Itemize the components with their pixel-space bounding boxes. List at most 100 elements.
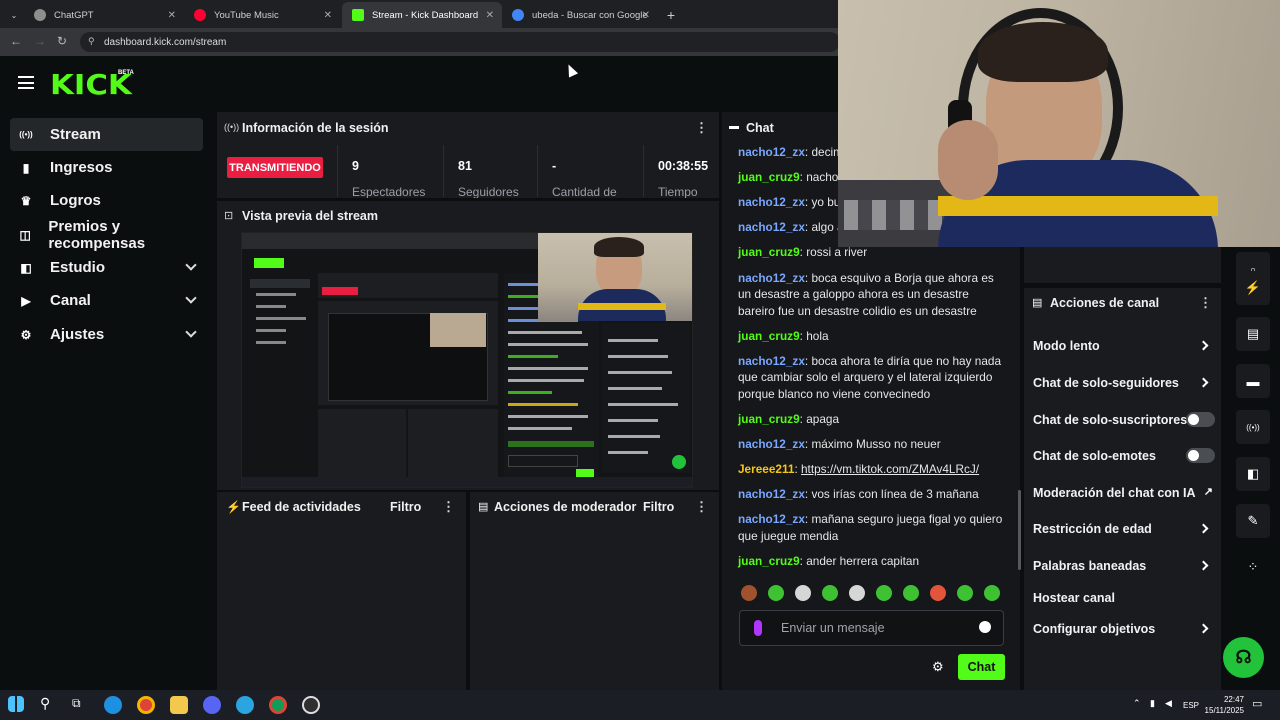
chevron-up-icon[interactable]: ⌃ xyxy=(1133,698,1141,709)
chat-username[interactable]: Jereee211 xyxy=(738,462,794,476)
grin-emote-icon[interactable] xyxy=(903,585,919,601)
tab-google-search[interactable]: ubeda - Buscar con Google ✕ xyxy=(502,2,658,28)
subscribers-only-toggle[interactable] xyxy=(1186,412,1215,427)
more-options-icon[interactable]: ⋮ xyxy=(442,499,455,515)
windows-start-icon[interactable] xyxy=(8,696,24,712)
rail-button-tools[interactable]: ✎ xyxy=(1236,504,1270,538)
chrome-icon[interactable] xyxy=(137,696,155,714)
chat-username[interactable]: nacho12_zx xyxy=(738,512,805,526)
tab-kick-dashboard[interactable]: Stream - Kick Dashboard ✕ xyxy=(342,2,502,28)
pepe-emote-icon[interactable] xyxy=(957,585,973,601)
rage-emote-icon[interactable] xyxy=(984,585,1000,601)
support-headset-button[interactable]: ☊ xyxy=(1223,637,1264,678)
tab-chatgpt[interactable]: ChatGPT ✕ xyxy=(24,2,184,28)
chat-scrollbar[interactable] xyxy=(1018,490,1021,570)
sidebar-item-ajustes[interactable]: ⚙ Ajustes xyxy=(10,318,203,351)
filter-button[interactable]: Filtro xyxy=(390,500,421,514)
chat-username[interactable]: nacho12_zx xyxy=(738,437,805,451)
more-options-icon[interactable]: ⋮ xyxy=(695,120,708,136)
action-followers-only[interactable]: Chat de solo-seguidores xyxy=(1033,376,1215,390)
edge-icon[interactable] xyxy=(104,696,122,714)
obs-icon[interactable] xyxy=(302,696,320,714)
forward-arrow-icon[interactable]: → xyxy=(34,34,46,48)
send-chat-button[interactable]: Chat xyxy=(958,654,1005,680)
chat-username[interactable]: nacho12_zx xyxy=(738,354,805,368)
filter-button[interactable]: Filtro xyxy=(643,500,674,514)
smile-emote-icon[interactable] xyxy=(876,585,892,601)
action-banned-words[interactable]: Palabras baneadas xyxy=(1033,559,1215,573)
telegram-icon[interactable] xyxy=(236,696,254,714)
new-tab-button[interactable]: + xyxy=(660,2,682,28)
close-icon[interactable]: ✕ xyxy=(642,10,650,21)
search-icon[interactable]: ⚲ xyxy=(40,695,50,712)
reload-icon[interactable]: ↻ xyxy=(57,34,67,48)
emoji-icon[interactable] xyxy=(979,621,991,633)
chat-username[interactable]: nacho12_zx xyxy=(738,220,805,234)
tab-youtube-music[interactable]: YouTube Music ✕ xyxy=(184,2,340,28)
rail-button-studio[interactable]: ◧ xyxy=(1236,457,1270,491)
sidebar-item-canal[interactable]: ▶ Canal xyxy=(10,284,203,317)
action-age-restriction[interactable]: Restricción de edad xyxy=(1033,522,1215,536)
action-configure-goals[interactable]: Configurar objetivos xyxy=(1033,622,1215,636)
close-icon[interactable]: ✕ xyxy=(324,10,332,21)
chat-username[interactable]: nacho12_zx xyxy=(738,195,805,209)
chat-username[interactable]: nacho12_zx xyxy=(738,487,805,501)
stream-preview-video[interactable] xyxy=(241,232,693,488)
back-arrow-icon[interactable]: ← xyxy=(10,34,22,48)
sidebar-item-stream[interactable]: ((•)) Stream xyxy=(10,118,203,151)
chat-username[interactable]: nacho12_zx xyxy=(738,145,805,159)
alien-emote-icon[interactable] xyxy=(849,585,865,601)
chat-username[interactable]: juan_cruz9 xyxy=(738,245,800,259)
more-options-icon[interactable]: ⋮ xyxy=(695,499,708,515)
microphone-icon[interactable]: ▮ xyxy=(1150,698,1155,709)
action-label: Modo lento xyxy=(1033,339,1100,353)
discord-icon[interactable] xyxy=(203,696,221,714)
more-options-icon[interactable]: ⋮ xyxy=(1199,295,1212,311)
file-explorer-icon[interactable] xyxy=(170,696,188,714)
sidebar-item-estudio[interactable]: ◧ Estudio xyxy=(10,251,203,284)
rail-button-lightning[interactable]: ⚡ xyxy=(1236,271,1270,305)
sidebar-item-logros[interactable]: ♛ Logros xyxy=(10,184,203,217)
rail-button-document[interactable]: ▤ xyxy=(1236,317,1270,351)
gear-icon[interactable]: ⚙ xyxy=(932,659,944,675)
action-subscribers-only[interactable]: Chat de solo-suscriptores xyxy=(1033,412,1215,427)
chat-link[interactable]: https://vm.tiktok.com/ZMAv4LRcJ/ xyxy=(801,462,979,476)
cheese-emote-icon[interactable] xyxy=(741,585,757,601)
rail-button-apps[interactable]: ⁘ xyxy=(1236,550,1270,584)
sidebar-item-premios[interactable]: ◫ Premios y recompensas xyxy=(10,218,203,252)
sidebar-item-ingresos[interactable]: ▮ Ingresos xyxy=(10,151,203,184)
chat-username[interactable]: juan_cruz9 xyxy=(738,554,800,568)
rail-button-broadcast[interactable]: ((•)) xyxy=(1236,410,1270,444)
tab-search-button[interactable]: ⌄ xyxy=(4,2,24,28)
notifications-icon[interactable]: ▭ xyxy=(1252,697,1262,710)
close-icon[interactable]: ✕ xyxy=(486,10,494,21)
action-host-channel[interactable]: Hostear canal xyxy=(1033,591,1215,605)
session-stats: 9 Espectadores 81 Seguidores - Cantidad de … xyxy=(217,145,719,198)
chat-username[interactable]: juan_cruz9 xyxy=(738,329,800,343)
peek-emote-icon[interactable] xyxy=(768,585,784,601)
chat-username[interactable]: nacho12_zx xyxy=(738,271,805,285)
laugh-emote-icon[interactable] xyxy=(930,585,946,601)
action-emotes-only[interactable]: Chat de solo-emotes xyxy=(1033,448,1215,463)
speaker-icon[interactable]: ◀ xyxy=(1165,698,1172,709)
action-ai-moderation[interactable]: Moderación del chat con IA ↗ xyxy=(1033,486,1215,500)
rail-button-chat[interactable]: ▬ xyxy=(1236,364,1270,398)
url-field[interactable]: ⚲ dashboard.kick.com/stream xyxy=(80,32,840,52)
emotes-only-toggle[interactable] xyxy=(1186,448,1215,463)
chat-message: juan_cruz9: ander herrera capitan xyxy=(738,553,919,568)
sleep-emote-icon[interactable] xyxy=(822,585,838,601)
microphone-icon[interactable] xyxy=(754,620,762,636)
task-view-icon[interactable]: ⧉ xyxy=(72,696,81,711)
site-info-icon[interactable]: ⚲ xyxy=(88,36,95,47)
chrome-profile-icon[interactable] xyxy=(269,696,287,714)
close-icon[interactable]: ✕ xyxy=(168,10,176,21)
lightning-icon: ⚡ xyxy=(226,500,241,514)
skull-emote-icon[interactable] xyxy=(795,585,811,601)
menu-icon[interactable] xyxy=(18,76,34,89)
chat-username[interactable]: juan_cruz9 xyxy=(738,170,800,184)
action-slow-mode[interactable]: Modo lento xyxy=(1033,339,1215,353)
chat-input[interactable]: Enviar un mensaje xyxy=(739,610,1004,646)
chat-username[interactable]: juan_cruz9 xyxy=(738,412,800,426)
language-indicator[interactable]: ESP xyxy=(1183,701,1199,710)
system-clock[interactable]: 22:47 15/11/2025 xyxy=(1205,694,1244,716)
